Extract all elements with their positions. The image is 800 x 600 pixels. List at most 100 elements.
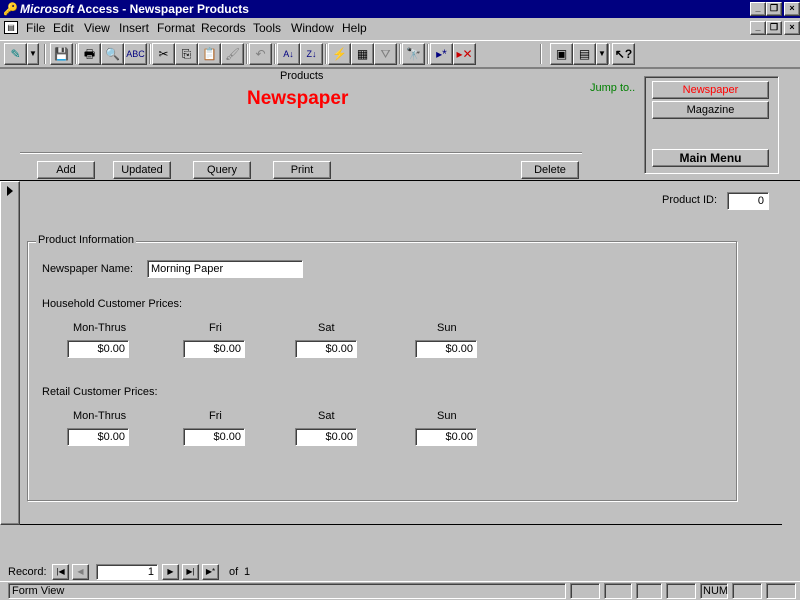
view-dropdown-icon[interactable]: ▼ xyxy=(27,43,39,65)
sort-descending-icon[interactable]: Z↓ xyxy=(300,43,323,65)
main-menu-button[interactable]: Main Menu xyxy=(652,149,769,167)
retail-day-label: Sat xyxy=(318,410,335,422)
copy-icon[interactable]: ⎘ xyxy=(175,43,198,65)
status-panel xyxy=(766,583,796,599)
save-icon[interactable]: 💾 xyxy=(50,43,73,65)
title-bar: 🔑 Microsoft Access - Newspaper Products … xyxy=(0,0,800,18)
newspaper-name-label: Newspaper Name: xyxy=(42,263,134,275)
status-panel xyxy=(604,583,632,599)
menu-insert[interactable]: Insert xyxy=(119,21,149,35)
format-painter-icon[interactable]: 🖌 xyxy=(221,43,244,65)
jump-newspaper-button[interactable]: Newspaper xyxy=(652,81,769,99)
retail-day-label: Sun xyxy=(437,410,457,422)
menu-window[interactable]: Window xyxy=(291,21,334,35)
find-icon[interactable]: 🔭 xyxy=(402,43,425,65)
menu-edit[interactable]: Edit xyxy=(53,21,74,35)
brand-name: Microsoft xyxy=(20,2,74,16)
record-selector[interactable] xyxy=(0,181,20,525)
jump-magazine-button[interactable]: Magazine xyxy=(652,101,769,119)
print-icon[interactable]: 🖶 xyxy=(78,43,101,65)
new-record-nav-icon[interactable]: ▶* xyxy=(202,564,219,580)
header-title: Newspaper xyxy=(247,88,349,109)
delete-button[interactable]: Delete xyxy=(521,161,579,179)
previous-record-icon[interactable]: ◀ xyxy=(72,564,89,580)
filter-by-selection-icon[interactable]: ⚡ xyxy=(328,43,351,65)
retail-prices-label: Retail Customer Prices: xyxy=(42,386,158,398)
next-record-icon[interactable]: ▶ xyxy=(162,564,179,580)
new-record-icon[interactable]: ▸* xyxy=(430,43,453,65)
menu-help[interactable]: Help xyxy=(342,21,367,35)
sort-ascending-icon[interactable]: A↓ xyxy=(277,43,300,65)
filter-by-form-icon[interactable]: ▦ xyxy=(351,43,374,65)
status-panel xyxy=(570,583,600,599)
spelling-icon[interactable]: ABC xyxy=(124,43,147,65)
retail-mon-thrus-field[interactable]: $0.00 xyxy=(67,428,129,446)
record-number-field[interactable]: 1 xyxy=(96,564,158,580)
product-id-field[interactable]: 0 xyxy=(727,192,769,210)
retail-sun-field[interactable]: $0.00 xyxy=(415,428,477,446)
retail-fri-field[interactable]: $0.00 xyxy=(183,428,245,446)
product-info-group xyxy=(27,241,737,501)
print-button[interactable]: Print xyxy=(273,161,331,179)
form-control-icon[interactable]: ▤ xyxy=(4,21,18,34)
new-object-icon[interactable]: ▤ xyxy=(573,43,596,65)
cut-icon[interactable]: ✂ xyxy=(152,43,175,65)
household-day-label: Mon-Thrus xyxy=(73,322,127,334)
form-window: Products Newspaper Jump to.. Newspaper M… xyxy=(0,68,800,580)
restore-button[interactable]: ❐ xyxy=(766,2,782,16)
status-panel xyxy=(636,583,662,599)
status-panel xyxy=(732,583,762,599)
menu-format[interactable]: Format xyxy=(157,21,195,35)
delete-record-icon[interactable]: ▸✕ xyxy=(453,43,476,65)
header-divider xyxy=(20,152,582,154)
doc-restore-button[interactable]: ❐ xyxy=(766,21,782,35)
menu-records[interactable]: Records xyxy=(201,21,246,35)
header-label: Products xyxy=(280,70,324,82)
paste-icon[interactable]: 📋 xyxy=(198,43,221,65)
household-day-label: Fri xyxy=(209,322,222,334)
retail-day-label: Fri xyxy=(209,410,222,422)
print-preview-icon[interactable]: 🔍 xyxy=(101,43,124,65)
household-day-label: Sat xyxy=(318,322,335,334)
help-icon[interactable]: ↖? xyxy=(612,43,635,65)
status-panel xyxy=(666,583,696,599)
doc-minimize-button[interactable]: _ xyxy=(750,21,766,35)
access-key-icon[interactable]: 🔑 xyxy=(3,2,18,16)
last-record-icon[interactable]: ▶| xyxy=(182,564,199,580)
menu-tools[interactable]: Tools xyxy=(253,21,281,35)
household-day-label: Sun xyxy=(437,322,457,334)
menu-view[interactable]: View xyxy=(84,21,110,35)
retail-sat-field[interactable]: $0.00 xyxy=(295,428,357,446)
apply-filter-icon[interactable]: ⛛ xyxy=(374,43,397,65)
household-mon-thrus-field[interactable]: $0.00 xyxy=(67,340,129,358)
query-button[interactable]: Query xyxy=(193,161,251,179)
household-prices-label: Household Customer Prices: xyxy=(42,298,183,310)
status-text: Form View xyxy=(8,583,566,599)
updated-button[interactable]: Updated xyxy=(113,161,171,179)
first-record-icon[interactable]: |◀ xyxy=(52,564,69,580)
household-sun-field[interactable]: $0.00 xyxy=(415,340,477,358)
add-button[interactable]: Add xyxy=(37,161,95,179)
jump-label: Jump to.. xyxy=(590,82,636,94)
design-view-icon[interactable]: ✎ xyxy=(4,43,27,65)
household-sat-field[interactable]: $0.00 xyxy=(295,340,357,358)
menu-bar: ▤ File Edit View Insert Format Records T… xyxy=(0,18,800,38)
toolbar: ✎ ▼ 💾 🖶 🔍 ABC ✂ ⎘ 📋 🖌 ↶ A↓ Z↓ ⚡ ▦ ⛛ 🔭 ▸*… xyxy=(0,40,800,68)
retail-day-label: Mon-Thrus xyxy=(73,410,127,422)
current-record-icon xyxy=(7,186,13,196)
database-window-icon[interactable]: ▣ xyxy=(550,43,573,65)
new-object-dropdown-icon[interactable]: ▼ xyxy=(596,43,608,65)
menu-file[interactable]: File xyxy=(26,21,45,35)
newspaper-name-field[interactable]: Morning Paper xyxy=(147,260,303,278)
num-lock-indicator: NUM xyxy=(700,583,728,599)
doc-close-button[interactable]: × xyxy=(784,21,800,35)
undo-icon[interactable]: ↶ xyxy=(249,43,272,65)
household-fri-field[interactable]: $0.00 xyxy=(183,340,245,358)
record-label: Record: xyxy=(8,566,47,578)
close-button[interactable]: × xyxy=(784,2,800,16)
product-info-label: Product Information xyxy=(36,234,136,246)
product-id-label: Product ID: xyxy=(662,194,718,206)
minimize-button[interactable]: _ xyxy=(750,2,766,16)
detail-bottom-line xyxy=(20,524,782,525)
window-title: Access - Newspaper Products xyxy=(74,2,249,16)
